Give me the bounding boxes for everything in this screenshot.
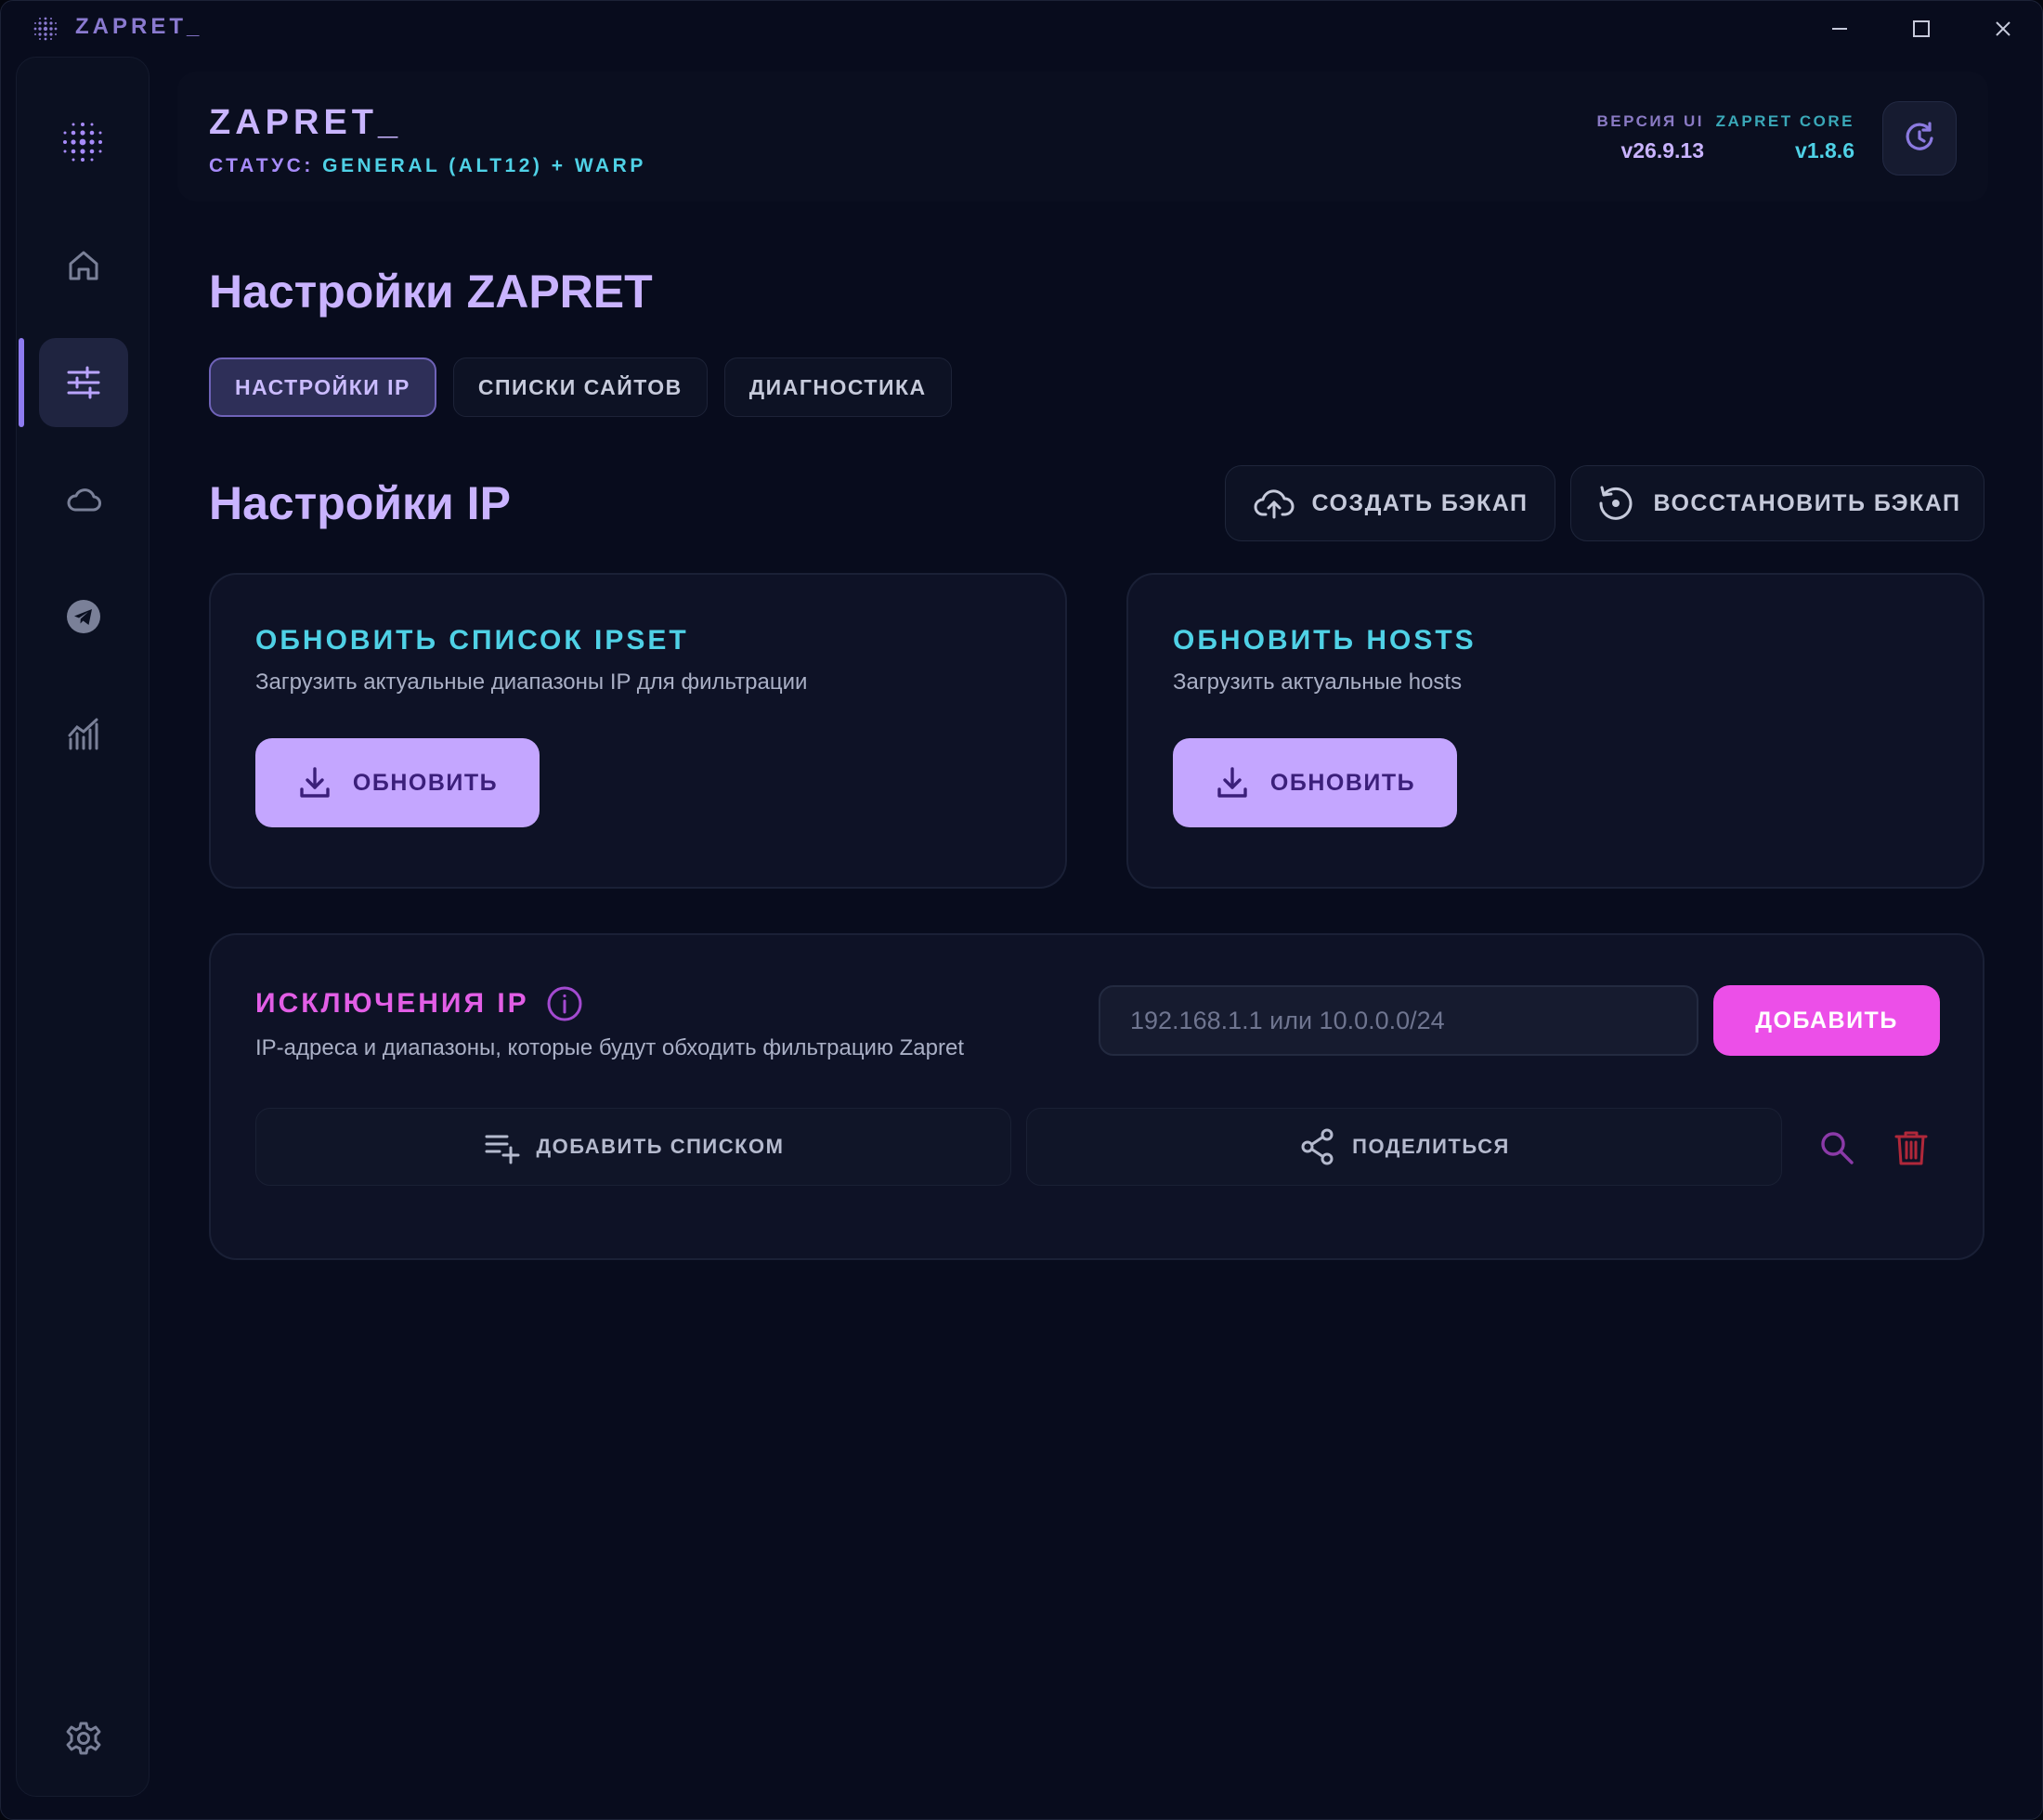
refresh-icon bbox=[1906, 122, 1933, 150]
tab-site-lists[interactable]: СПИСКИ САЙТОВ bbox=[452, 358, 708, 417]
ipset-card: ОБНОВИТЬ СПИСОК IPSET Загрузить актуальн… bbox=[209, 573, 1067, 889]
ui-version-label: ВЕРСИЯ UI bbox=[1596, 112, 1704, 130]
update-hosts-button[interactable]: ОБНОВИТЬ bbox=[1173, 738, 1457, 827]
ipset-card-desc: Загрузить актуальные диапазоны IP для фи… bbox=[255, 670, 808, 695]
ipset-card-title: ОБНОВИТЬ СПИСОК IPSET bbox=[255, 625, 689, 656]
status-label: СТАТУС: bbox=[209, 155, 314, 176]
hosts-card: ОБНОВИТЬ HOSTS Загрузить актуальные host… bbox=[1126, 573, 1984, 889]
tab-bar: НАСТРОЙКИ IP СПИСКИ САЙТОВ ДИАГНОСТИКА bbox=[209, 358, 952, 417]
create-backup-label: СОЗДАТЬ БЭКАП bbox=[1311, 489, 1529, 516]
status-value: GENERAL (ALT12) + WARP bbox=[322, 155, 646, 176]
core-version-label: ZAPRET CORE bbox=[1715, 112, 1854, 130]
tab-ip-settings[interactable]: НАСТРОЙКИ IP bbox=[209, 358, 436, 417]
page-title: Настройки ZAPRET bbox=[209, 266, 653, 318]
share-button[interactable]: ПОДЕЛИТЬСЯ bbox=[1026, 1108, 1782, 1186]
status-line: СТАТУС: GENERAL (ALT12) + WARP bbox=[209, 155, 646, 177]
sliders-icon bbox=[67, 366, 100, 399]
title-bar: ZAPRET_ bbox=[1, 1, 2042, 57]
share-label: ПОДЕЛИТЬСЯ bbox=[1352, 1135, 1510, 1158]
nav-cloud[interactable] bbox=[39, 455, 128, 544]
hosts-card-desc: Загрузить актуальные hosts bbox=[1173, 670, 1463, 695]
create-backup-button[interactable]: СОЗДАТЬ БЭКАП bbox=[1225, 465, 1555, 541]
core-version: ZAPRET CORE v1.8.6 bbox=[1716, 112, 1854, 163]
trash-icon bbox=[1894, 1131, 1928, 1165]
restore-icon bbox=[1599, 486, 1632, 520]
tab-diagnostics[interactable]: ДИАГНОСТИКА bbox=[723, 358, 952, 417]
close-button[interactable] bbox=[1970, 8, 2036, 49]
cloud-icon bbox=[67, 488, 101, 512]
section-title: Настройки IP bbox=[209, 477, 511, 529]
info-icon[interactable] bbox=[546, 985, 583, 1022]
restore-backup-label: ВОССТАНОВИТЬ БЭКАП bbox=[1653, 489, 1961, 516]
maximize-button[interactable] bbox=[1888, 8, 1955, 49]
share-icon bbox=[1301, 1128, 1334, 1165]
home-icon bbox=[69, 251, 98, 280]
nav-home[interactable] bbox=[39, 221, 128, 310]
app-logo-icon bbox=[63, 123, 102, 162]
ip-exclusions-card: ИСКЛЮЧЕНИЯ IP IP-адреса и диапазоны, кот… bbox=[209, 933, 1984, 1260]
exclusions-title: ИСКЛЮЧЕНИЯ IP bbox=[255, 985, 583, 1022]
window-title: ZAPRET_ bbox=[75, 14, 203, 39]
sidebar bbox=[16, 57, 150, 1797]
search-button[interactable] bbox=[1812, 1123, 1862, 1173]
clear-list-button[interactable] bbox=[1886, 1123, 1936, 1173]
add-ip-button[interactable]: ДОБАВИТЬ bbox=[1713, 985, 1940, 1056]
hosts-card-title: ОБНОВИТЬ HOSTS bbox=[1173, 625, 1477, 656]
update-ipset-button[interactable]: ОБНОВИТЬ bbox=[255, 738, 540, 827]
exclusions-title-text: ИСКЛЮЧЕНИЯ IP bbox=[255, 988, 529, 1019]
search-icon bbox=[1821, 1132, 1854, 1164]
telegram-icon bbox=[67, 600, 100, 633]
ip-input[interactable] bbox=[1099, 985, 1698, 1056]
maximize-icon bbox=[1913, 20, 1930, 37]
close-icon bbox=[1996, 21, 2010, 36]
check-updates-button[interactable] bbox=[1882, 101, 1957, 176]
restore-backup-button[interactable]: ВОССТАНОВИТЬ БЭКАП bbox=[1570, 465, 1984, 541]
nav-stats[interactable] bbox=[39, 689, 128, 778]
core-version-value: v1.8.6 bbox=[1795, 138, 1854, 162]
exclusions-desc: IP-адреса и диапазоны, которые будут обх… bbox=[255, 1035, 964, 1060]
nav-app-settings[interactable] bbox=[39, 1694, 128, 1783]
playlist-add-icon bbox=[485, 1135, 519, 1164]
add-list-button[interactable]: ДОБАВИТЬ СПИСКОМ bbox=[255, 1108, 1011, 1186]
nav-telegram[interactable] bbox=[39, 572, 128, 661]
app-title: ZAPRET_ bbox=[209, 103, 403, 142]
nav-settings[interactable] bbox=[39, 338, 128, 427]
minimize-icon bbox=[1832, 28, 1847, 30]
active-indicator bbox=[19, 338, 24, 427]
ui-version-value: v26.9.13 bbox=[1620, 138, 1704, 162]
app-window: ZAPRET_ ZAPRET_ СТАТУС: GENERAL (ALT12) … bbox=[0, 0, 2043, 1820]
update-ipset-label: ОБНОВИТЬ bbox=[352, 769, 499, 796]
chart-icon bbox=[68, 718, 98, 750]
header: ZAPRET_ СТАТУС: GENERAL (ALT12) + WARP В… bbox=[177, 72, 1988, 202]
add-list-label: ДОБАВИТЬ СПИСКОМ bbox=[536, 1135, 785, 1158]
update-hosts-label: ОБНОВИТЬ bbox=[1269, 769, 1416, 796]
ui-version: ВЕРСИЯ UI v26.9.13 bbox=[1597, 112, 1704, 163]
minimize-button[interactable] bbox=[1806, 8, 1873, 49]
download-icon bbox=[1217, 767, 1247, 798]
cloud-upload-icon bbox=[1254, 489, 1295, 519]
download-icon bbox=[300, 767, 330, 798]
gear-icon bbox=[66, 1722, 101, 1755]
app-logo-icon bbox=[33, 17, 58, 41]
